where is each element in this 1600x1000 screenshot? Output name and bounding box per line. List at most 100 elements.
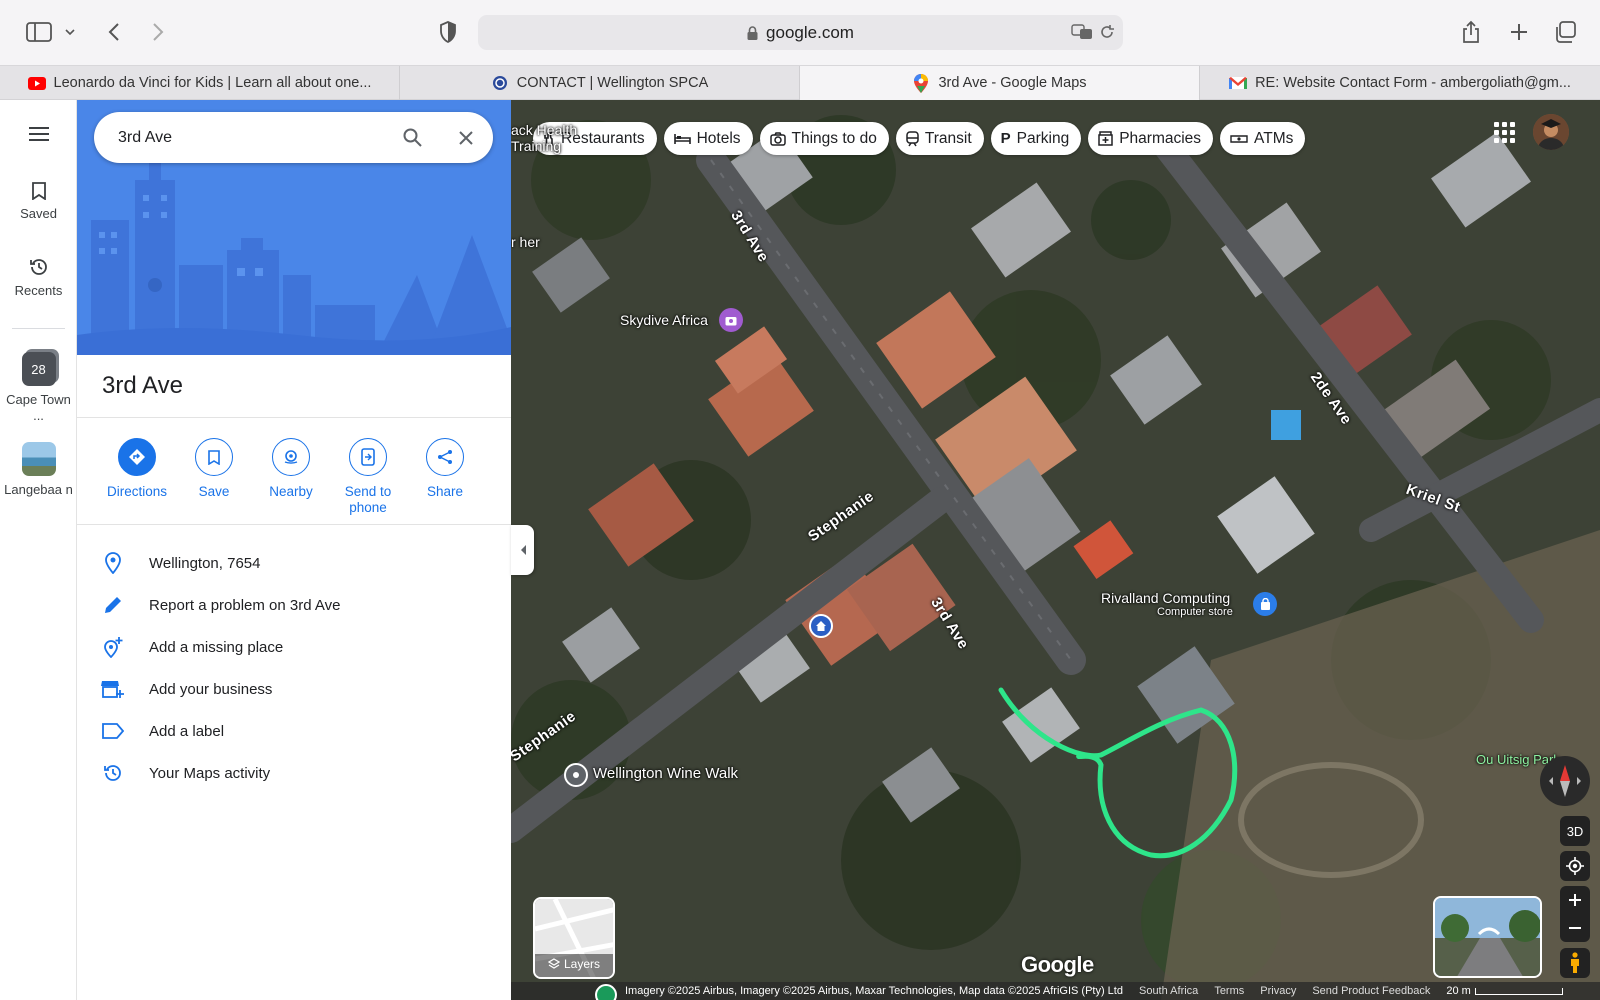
cape-town-badge: 28 bbox=[21, 352, 56, 386]
avatar-icon bbox=[1533, 114, 1569, 150]
zoom-in-icon[interactable] bbox=[1569, 886, 1581, 914]
pegman-button[interactable] bbox=[1560, 948, 1590, 978]
layers-button[interactable]: Layers bbox=[533, 897, 615, 979]
share-icon[interactable] bbox=[1458, 14, 1484, 50]
menu-button[interactable] bbox=[0, 126, 77, 148]
scale-label: 20 m bbox=[1446, 985, 1471, 997]
tab-youtube[interactable]: Leonardo da Vinci for Kids | Learn all a… bbox=[0, 66, 400, 100]
info-row-add-business[interactable]: Add your business bbox=[77, 668, 511, 710]
google-maps-icon bbox=[912, 73, 930, 93]
my-location-button[interactable] bbox=[1560, 851, 1590, 881]
history-icon bbox=[77, 763, 149, 783]
save-button[interactable]: Save bbox=[175, 438, 253, 500]
home-poi-icon[interactable] bbox=[809, 614, 833, 638]
chip-hotels[interactable]: Hotels bbox=[663, 122, 753, 155]
tree-poi-icon[interactable] bbox=[595, 984, 617, 1000]
zoom-out-icon[interactable] bbox=[1569, 914, 1581, 942]
share-icon bbox=[426, 438, 464, 476]
map-label-rivalland-computing[interactable]: Rivalland Computing bbox=[1101, 590, 1230, 606]
sidebar-toggle-icon[interactable] bbox=[22, 14, 56, 50]
info-row-maps-activity[interactable]: Your Maps activity bbox=[77, 752, 511, 794]
reload-icon[interactable] bbox=[1099, 24, 1115, 45]
forward-icon[interactable] bbox=[144, 14, 172, 50]
tab-gmail[interactable]: RE: Website Contact Form - ambergoliath@… bbox=[1200, 66, 1600, 100]
map-label-her[interactable]: r her bbox=[511, 234, 540, 250]
cape-town-thumbnail: 28 bbox=[0, 352, 77, 386]
camera-poi-icon[interactable] bbox=[719, 308, 743, 332]
chip-label: Hotels bbox=[696, 129, 741, 147]
info-row-label: Add a missing place bbox=[149, 638, 284, 656]
map-label-health-training[interactable]: ack Health Training bbox=[511, 122, 621, 154]
tab-google-maps[interactable]: 3rd Ave - Google Maps bbox=[800, 66, 1200, 100]
info-row-address[interactable]: Wellington, 7654 bbox=[77, 542, 511, 584]
caret-left-icon bbox=[520, 545, 526, 555]
share-button[interactable]: Share bbox=[406, 438, 484, 500]
info-row-add-label[interactable]: Add a label bbox=[77, 710, 511, 752]
search-input[interactable]: 3rd Ave bbox=[118, 129, 385, 147]
close-icon[interactable] bbox=[439, 130, 493, 145]
search-icon[interactable] bbox=[385, 128, 439, 147]
back-icon[interactable] bbox=[100, 14, 128, 50]
divider bbox=[77, 524, 511, 525]
layers-label-wrap: Layers bbox=[535, 957, 613, 971]
address-bar[interactable]: google.com bbox=[478, 15, 1123, 50]
action-label: Share bbox=[426, 484, 464, 499]
bed-icon bbox=[673, 133, 691, 145]
tab-spca[interactable]: CONTACT | Wellington SPCA bbox=[400, 66, 800, 100]
chip-parking[interactable]: P Parking bbox=[990, 122, 1082, 155]
chip-transit[interactable]: Transit bbox=[895, 122, 984, 155]
hamburger-menu-icon bbox=[0, 126, 77, 142]
url-text: google.com bbox=[766, 22, 854, 42]
privacy-shield-icon[interactable] bbox=[436, 14, 460, 50]
info-row-report-problem[interactable]: Report a problem on 3rd Ave bbox=[77, 584, 511, 626]
directions-icon bbox=[118, 438, 156, 476]
terms-link[interactable]: Terms bbox=[1214, 985, 1244, 997]
scale-indicator[interactable]: 20 m bbox=[1446, 985, 1563, 997]
recent-cape-town[interactable]: 28 Cape Town ... bbox=[0, 352, 77, 424]
compass-icon bbox=[1549, 765, 1581, 797]
directions-button[interactable]: Directions bbox=[98, 438, 176, 500]
chevron-down-icon[interactable] bbox=[62, 14, 78, 50]
saved-label: Saved bbox=[20, 206, 57, 221]
map-label-skydive-africa[interactable]: Skydive Africa bbox=[620, 312, 708, 328]
region-link[interactable]: South Africa bbox=[1139, 985, 1198, 997]
google-apps-icon[interactable] bbox=[1494, 122, 1515, 143]
chip-label: Transit bbox=[924, 129, 972, 147]
send-to-phone-button[interactable]: Send to phone bbox=[329, 438, 407, 516]
youtube-icon bbox=[27, 74, 46, 92]
info-row-label: Report a problem on 3rd Ave bbox=[149, 596, 341, 614]
chip-atms[interactable]: ATMs bbox=[1220, 122, 1306, 155]
recents-button[interactable]: Recents bbox=[0, 257, 77, 298]
chip-pharmacies[interactable]: Pharmacies bbox=[1088, 122, 1214, 155]
landscape-thumbnail-icon bbox=[21, 442, 56, 476]
divider bbox=[77, 417, 511, 418]
compass-button[interactable] bbox=[1540, 756, 1590, 806]
map-label-wellington-wine-walk[interactable]: Wellington Wine Walk bbox=[593, 765, 738, 782]
satellite-map[interactable]: Restaurants Hotels Things to do Transit … bbox=[511, 100, 1600, 1000]
info-row-add-missing-place[interactable]: Add a missing place bbox=[77, 626, 511, 668]
new-tab-icon[interactable] bbox=[1506, 14, 1532, 50]
street-view-thumbnail[interactable] bbox=[1433, 896, 1542, 978]
action-label: Save bbox=[198, 484, 230, 499]
search-box[interactable]: 3rd Ave bbox=[94, 112, 493, 163]
saved-button[interactable]: Saved bbox=[0, 182, 77, 221]
profile-avatar[interactable] bbox=[1533, 114, 1569, 150]
nearby-button[interactable]: Nearby bbox=[252, 438, 330, 500]
tab-overview-icon[interactable] bbox=[1552, 14, 1578, 50]
recent-langebaan[interactable]: Langebaa n bbox=[0, 442, 77, 498]
collapse-panel-button[interactable] bbox=[511, 525, 534, 575]
history-icon bbox=[0, 257, 77, 277]
google-logo: Google bbox=[1021, 952, 1094, 977]
chip-things-to-do[interactable]: Things to do bbox=[759, 122, 889, 155]
privacy-link[interactable]: Privacy bbox=[1260, 985, 1296, 997]
walk-poi-icon[interactable] bbox=[564, 763, 588, 787]
bookmark-icon bbox=[195, 438, 233, 476]
add-business-icon bbox=[77, 679, 149, 699]
shopping-poi-icon[interactable] bbox=[1253, 592, 1277, 616]
street-view-image bbox=[1435, 898, 1540, 976]
category-chips: Restaurants Hotels Things to do Transit … bbox=[533, 122, 1306, 155]
translate-icon[interactable] bbox=[1071, 23, 1093, 46]
train-icon bbox=[906, 130, 919, 147]
3d-toggle-button[interactable]: 3D bbox=[1560, 816, 1590, 846]
feedback-link[interactable]: Send Product Feedback bbox=[1312, 985, 1430, 997]
